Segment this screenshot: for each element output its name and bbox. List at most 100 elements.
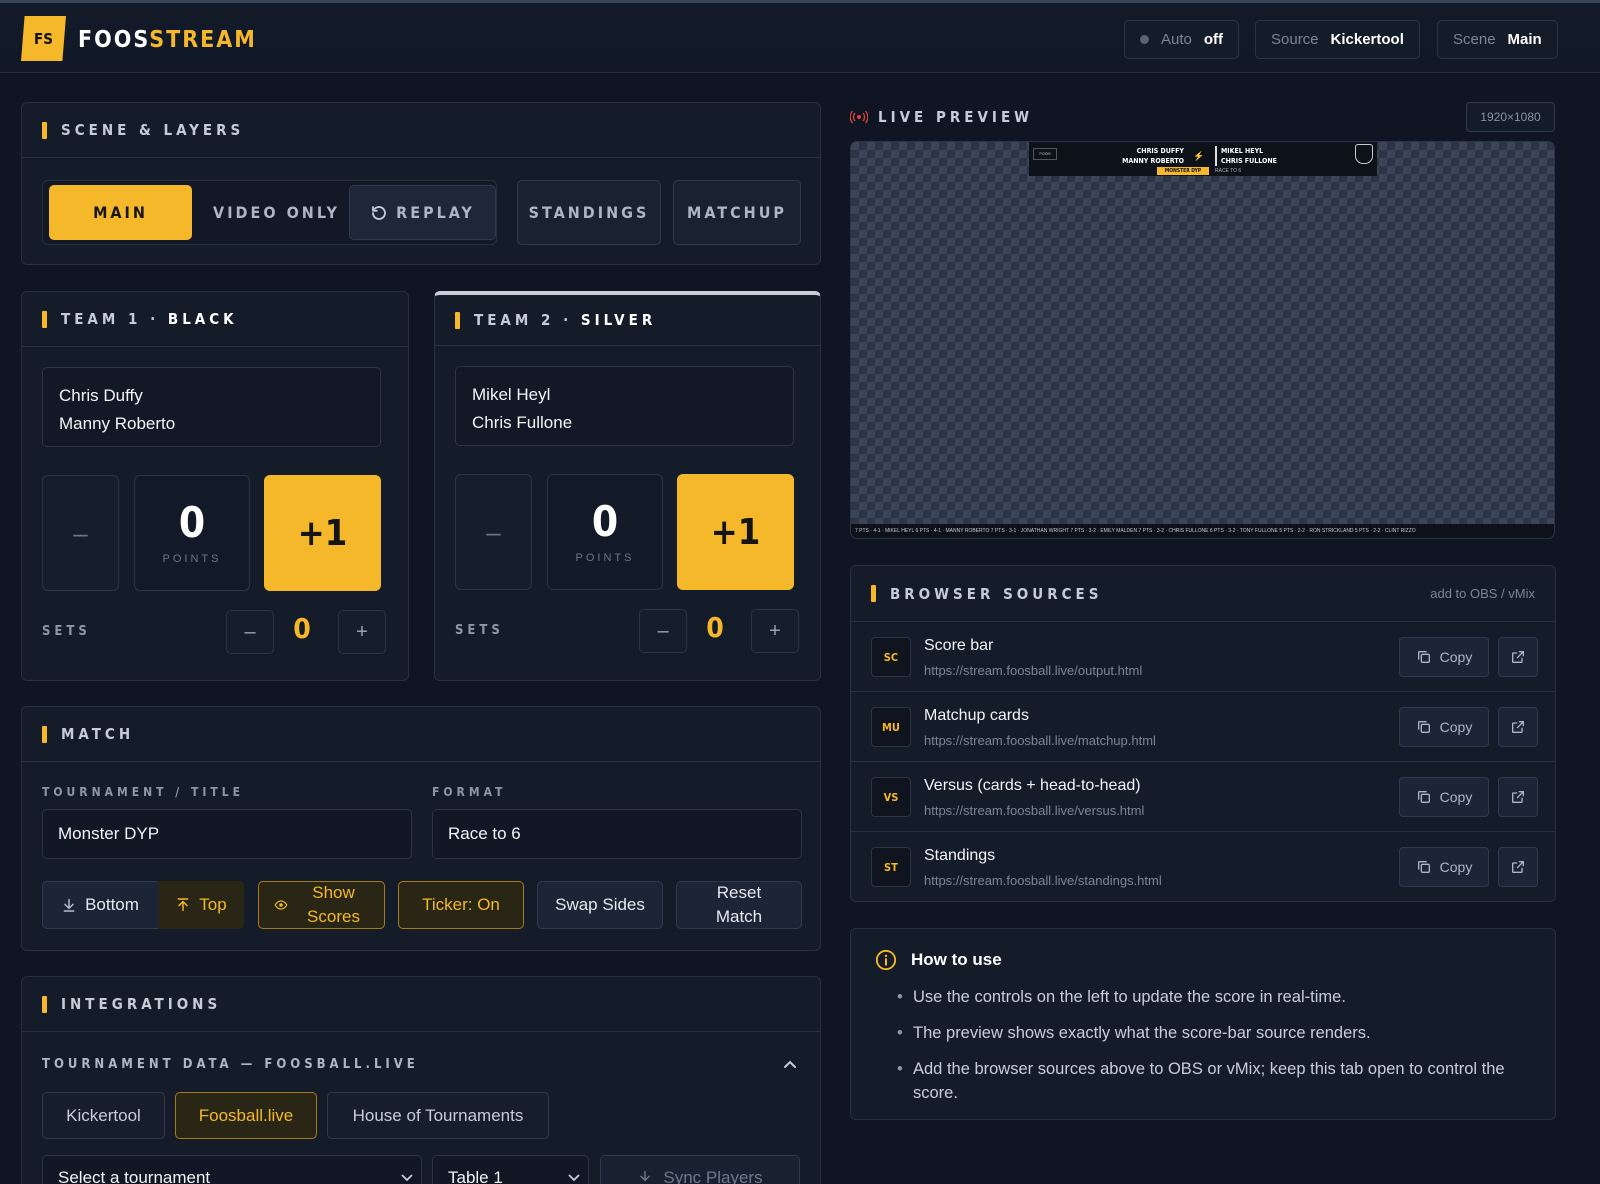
tournament-select[interactable]: Select a tournament bbox=[42, 1155, 422, 1184]
panel-title: BROWSER SOURCES bbox=[890, 584, 1103, 603]
open-external-button[interactable] bbox=[1498, 777, 1538, 817]
source-name: Versus (cards + head-to-head) bbox=[924, 777, 1141, 794]
team2-players[interactable]: Mikel Heyl Chris Fullone bbox=[455, 366, 794, 446]
scene-standings-button[interactable]: STANDINGS bbox=[517, 180, 661, 245]
preview-scorebar: FOOS CHRIS DUFFY MANNY ROBERTO ⚡ MIKEL H… bbox=[1029, 142, 1377, 176]
source-badge: VS bbox=[871, 777, 911, 817]
source-name: Standings bbox=[924, 847, 996, 864]
copy-icon bbox=[1417, 791, 1430, 803]
integrations-panel: INTEGRATIONS TOURNAMENT DATA — FOOSBALL.… bbox=[21, 976, 821, 1184]
swap-sides-button[interactable]: Swap Sides bbox=[537, 881, 663, 929]
open-external-button[interactable] bbox=[1498, 847, 1538, 887]
team1-points: 0 POINTS bbox=[134, 475, 250, 591]
browser-sources-hint: add to OBS / vMix bbox=[1430, 586, 1535, 601]
team1-players[interactable]: Chris Duffy Manny Roberto bbox=[42, 367, 381, 447]
copy-icon bbox=[1417, 651, 1430, 663]
broadcast-icon bbox=[850, 110, 868, 124]
preview-format-tag: RACE TO 6 bbox=[1215, 168, 1242, 174]
panel-title: INTEGRATIONS bbox=[61, 995, 222, 1013]
list-item: MU Matchup cards https://stream.foosball… bbox=[851, 691, 1556, 761]
live-preview-title: LIVE PREVIEW bbox=[878, 108, 1034, 126]
app-logo: FOOSSTREAM bbox=[78, 27, 257, 53]
source-url: https://stream.foosball.live/matchup.htm… bbox=[924, 733, 1156, 748]
team2-minus-button[interactable]: – bbox=[455, 474, 532, 590]
open-external-button[interactable] bbox=[1498, 707, 1538, 747]
how-to-use-title: How to use bbox=[911, 950, 1002, 969]
position-top-button[interactable]: Top bbox=[158, 881, 244, 929]
list-item: VS Versus (cards + head-to-head) https:/… bbox=[851, 761, 1556, 831]
tournament-title-input[interactable]: Monster DYP bbox=[42, 809, 412, 859]
copy-button[interactable]: Copy bbox=[1399, 707, 1489, 747]
chevron-down-icon bbox=[568, 1174, 580, 1182]
scene-replay-button[interactable]: REPLAY bbox=[349, 185, 496, 240]
match-panel: MATCH TOURNAMENT / TITLE Monster DYP FOR… bbox=[21, 706, 821, 951]
integration-tab-house-of-tournaments[interactable]: House of Tournaments bbox=[327, 1092, 549, 1139]
external-link-icon bbox=[1512, 861, 1524, 873]
arrow-down-icon bbox=[63, 898, 75, 912]
auto-status-pill[interactable]: Auto off bbox=[1124, 20, 1240, 59]
position-bottom-button[interactable]: Bottom bbox=[42, 881, 158, 929]
live-preview-canvas: FOOS CHRIS DUFFY MANNY ROBERTO ⚡ MIKEL H… bbox=[850, 141, 1555, 539]
chevron-down-icon bbox=[401, 1174, 413, 1182]
copy-icon bbox=[1417, 721, 1430, 733]
list-item: The preview shows exactly what the score… bbox=[897, 1021, 1531, 1045]
integration-tab-kickertool[interactable]: Kickertool bbox=[42, 1092, 165, 1139]
scene-matchup-button[interactable]: MATCHUP bbox=[673, 180, 801, 245]
team2-plus-one-button[interactable]: +1 bbox=[677, 474, 794, 590]
resolution-badge: 1920×1080 bbox=[1466, 102, 1555, 132]
show-scores-button[interactable]: Show Scores bbox=[258, 881, 385, 929]
copy-button[interactable]: Copy bbox=[1399, 637, 1489, 677]
ticker-toggle-button[interactable]: Ticker: On bbox=[398, 881, 524, 929]
team1-panel: TEAM 1 · BLACK Chris Duffy Manny Roberto… bbox=[21, 291, 409, 681]
download-icon bbox=[640, 1170, 651, 1182]
preview-ticker: 7 PTS · 4-1 · MIKEL HEYL 6 PTS · 4-1 · M… bbox=[851, 524, 1554, 538]
preview-left-team: CHRIS DUFFY MANNY ROBERTO bbox=[1122, 147, 1184, 165]
scene-video-only-button[interactable]: VIDEO ONLY bbox=[200, 185, 353, 240]
source-badge: ST bbox=[871, 847, 911, 887]
team2-sets-minus-button[interactable]: – bbox=[639, 609, 687, 653]
copy-button[interactable]: Copy bbox=[1399, 847, 1489, 887]
tournament-data-subtitle: TOURNAMENT DATA — FOOSBALL.LIVE bbox=[42, 1057, 419, 1072]
team1-sets-label: SETS bbox=[42, 624, 91, 639]
list-item: Use the controls on the left to update t… bbox=[897, 985, 1531, 1009]
team2-sets-plus-button[interactable]: + bbox=[751, 609, 799, 653]
team1-plus-one-button[interactable]: +1 bbox=[264, 475, 381, 591]
panel-title: MATCH bbox=[61, 725, 135, 743]
source-name: Score bar bbox=[924, 637, 994, 654]
bolt-icon: ⚡ bbox=[1188, 146, 1210, 166]
league-logo: FOOS bbox=[1033, 148, 1057, 160]
source-badge: SC bbox=[871, 637, 911, 677]
team1-minus-button[interactable]: – bbox=[42, 475, 119, 591]
tournament-label: TOURNAMENT / TITLE bbox=[42, 785, 244, 799]
copy-button[interactable]: Copy bbox=[1399, 777, 1489, 817]
top-bar: FS FOOSSTREAM Auto off Source Kickertool… bbox=[0, 0, 1600, 73]
format-label: FORMAT bbox=[432, 785, 507, 799]
integration-tab-foosball-live[interactable]: Foosball.live bbox=[175, 1092, 317, 1139]
scene-pill[interactable]: Scene Main bbox=[1437, 20, 1558, 59]
team1-sets-minus-button[interactable]: – bbox=[226, 610, 274, 654]
reset-match-button[interactable]: Reset Match bbox=[676, 881, 802, 929]
copy-icon bbox=[1417, 861, 1430, 873]
open-external-button[interactable] bbox=[1498, 637, 1538, 677]
format-input[interactable]: Race to 6 bbox=[432, 809, 802, 859]
logo-badge: FS bbox=[21, 16, 66, 61]
source-url: https://stream.foosball.live/output.html bbox=[924, 663, 1143, 678]
external-link-icon bbox=[1512, 791, 1524, 803]
source-url: https://stream.foosball.live/versus.html bbox=[924, 803, 1145, 818]
external-link-icon bbox=[1512, 721, 1524, 733]
scene-main-button[interactable]: MAIN bbox=[49, 185, 192, 240]
table-select[interactable]: Table 1 bbox=[432, 1155, 589, 1184]
list-item: SC Score bar https://stream.foosball.liv… bbox=[851, 621, 1556, 691]
team1-title: TEAM 1 · BLACK bbox=[61, 310, 238, 328]
team2-sets-label: SETS bbox=[455, 623, 504, 638]
how-to-use-panel: How to use Use the controls on the left … bbox=[850, 928, 1556, 1120]
team1-sets-plus-button[interactable]: + bbox=[338, 610, 386, 654]
chevron-up-icon[interactable] bbox=[783, 1059, 797, 1069]
source-pill[interactable]: Source Kickertool bbox=[1255, 20, 1420, 59]
list-item: ST Standings https://stream.foosball.liv… bbox=[851, 831, 1556, 901]
replay-icon bbox=[372, 205, 387, 220]
arrow-up-icon bbox=[177, 898, 189, 912]
info-icon bbox=[875, 949, 897, 971]
scene-layers-panel: SCENE & LAYERS MAIN VIDEO ONLY REPLAY ST… bbox=[21, 102, 821, 265]
sync-players-button[interactable]: Sync Players bbox=[600, 1155, 800, 1184]
